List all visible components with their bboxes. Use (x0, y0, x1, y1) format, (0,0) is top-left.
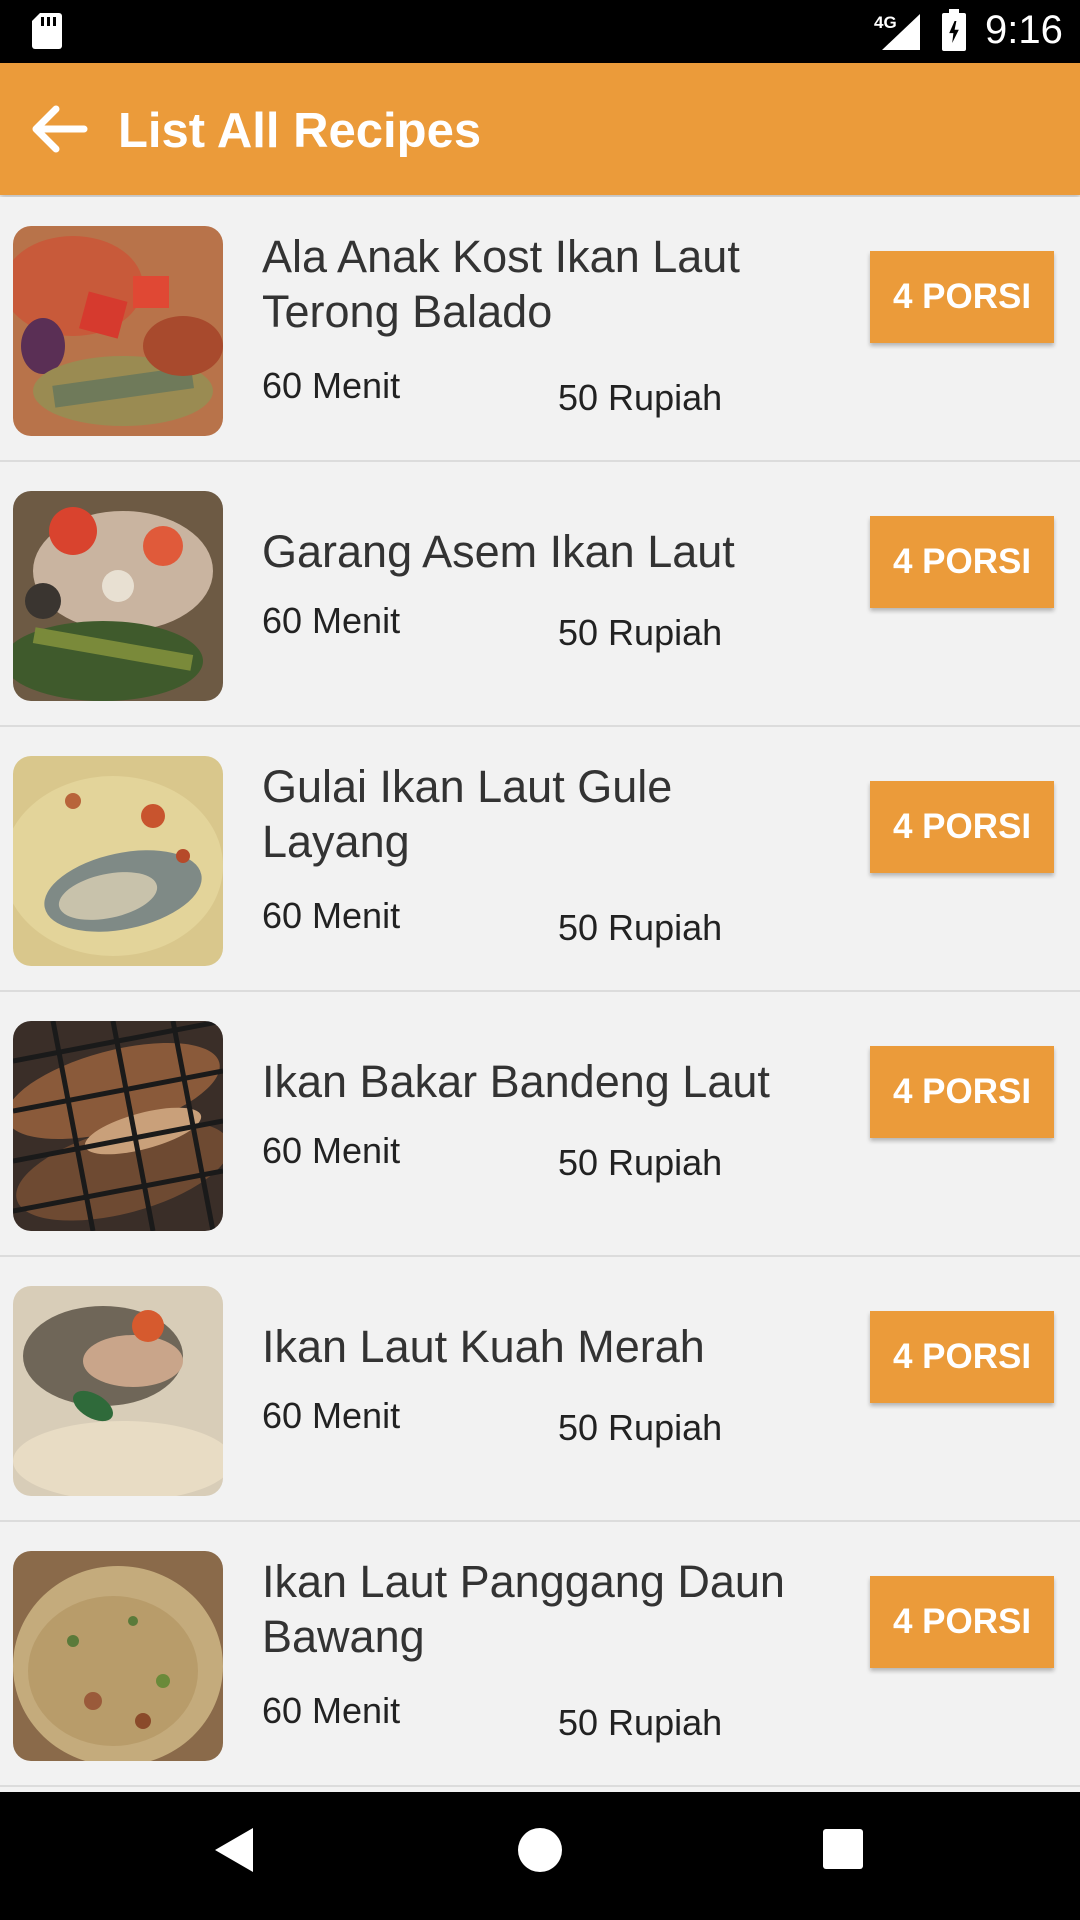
page-title: List All Recipes (118, 104, 482, 158)
recipe-price: 50 Rupiah (558, 377, 723, 418)
recipe-cook-time: 60 Menit (262, 600, 401, 641)
recipe-price: 50 Rupiah (558, 1702, 723, 1743)
recipe-title: Garang Asem Ikan Laut (262, 526, 735, 577)
recipe-price: 50 Rupiah (558, 1142, 723, 1183)
recipe-list-item[interactable]: Gulai Ikan Laut Gule Layang 60 Menit 50 … (0, 727, 1080, 992)
recipe-title: Ala Anak Kost Ikan Laut Terong Balado (262, 231, 740, 337)
recipe-list-item[interactable]: Ala Anak Kost Ikan Laut Terong Balado 60… (0, 197, 1080, 462)
recipe-price: 50 Rupiah (558, 1407, 723, 1448)
portion-button[interactable]: 4 PORSI (870, 781, 1054, 873)
recipe-list-item[interactable]: Ikan Laut Kuah Merah 60 Menit 50 Rupiah … (0, 1257, 1080, 1522)
portion-button[interactable]: 4 PORSI (870, 1046, 1054, 1138)
recipe-thumbnail (13, 226, 223, 436)
recipe-title: Ikan Laut Kuah Merah (262, 1321, 705, 1372)
recipe-thumbnail (13, 1021, 223, 1231)
portion-button[interactable]: 4 PORSI (870, 251, 1054, 343)
recipe-thumbnail (13, 491, 223, 701)
sd-card-icon (32, 13, 62, 49)
recipe-cook-time: 60 Menit (262, 1130, 401, 1171)
system-navigation-bar (0, 1792, 1080, 1920)
recipe-cook-time: 60 Menit (262, 895, 401, 936)
recipe-cook-time: 60 Menit (262, 1690, 401, 1731)
status-bar: 4G 9:16 (0, 0, 1080, 63)
recipe-cook-time: 60 Menit (262, 1395, 401, 1436)
recipe-list-item[interactable]: Ikan Bakar Bandeng Laut 60 Menit 50 Rupi… (0, 992, 1080, 1257)
app-bar: List All Recipes (0, 63, 1080, 195)
portion-button[interactable]: 4 PORSI (870, 1311, 1054, 1403)
battery-charging-icon (942, 9, 966, 51)
recipe-list-item[interactable]: Garang Asem Ikan Laut 60 Menit 50 Rupiah… (0, 462, 1080, 727)
recipe-thumbnail (13, 1286, 223, 1496)
recipe-thumbnail (13, 756, 223, 966)
recipe-price: 50 Rupiah (558, 907, 723, 948)
status-clock: 9:16 (985, 8, 1063, 52)
arrow-left-icon[interactable] (28, 103, 88, 155)
recipe-price: 50 Rupiah (558, 612, 723, 653)
square-recents-icon[interactable] (823, 1829, 863, 1869)
recipe-thumbnail (13, 1551, 223, 1761)
triangle-back-icon[interactable] (215, 1828, 253, 1872)
recipe-cook-time: 60 Menit (262, 365, 401, 406)
recipe-title: Ikan Bakar Bandeng Laut (262, 1056, 770, 1107)
recipe-list-item[interactable]: Ikan Laut Panggang Daun Bawang 60 Menit … (0, 1522, 1080, 1787)
circle-home-icon[interactable] (518, 1828, 562, 1872)
recipe-title: Gulai Ikan Laut Gule Layang (262, 761, 673, 867)
portion-button[interactable]: 4 PORSI (870, 516, 1054, 608)
portion-button[interactable]: 4 PORSI (870, 1576, 1054, 1668)
recipe-title: Ikan Laut Panggang Daun Bawang (262, 1556, 785, 1662)
recipe-list[interactable]: Ala Anak Kost Ikan Laut Terong Balado 60… (0, 197, 1080, 1792)
signal-icon (882, 14, 920, 50)
